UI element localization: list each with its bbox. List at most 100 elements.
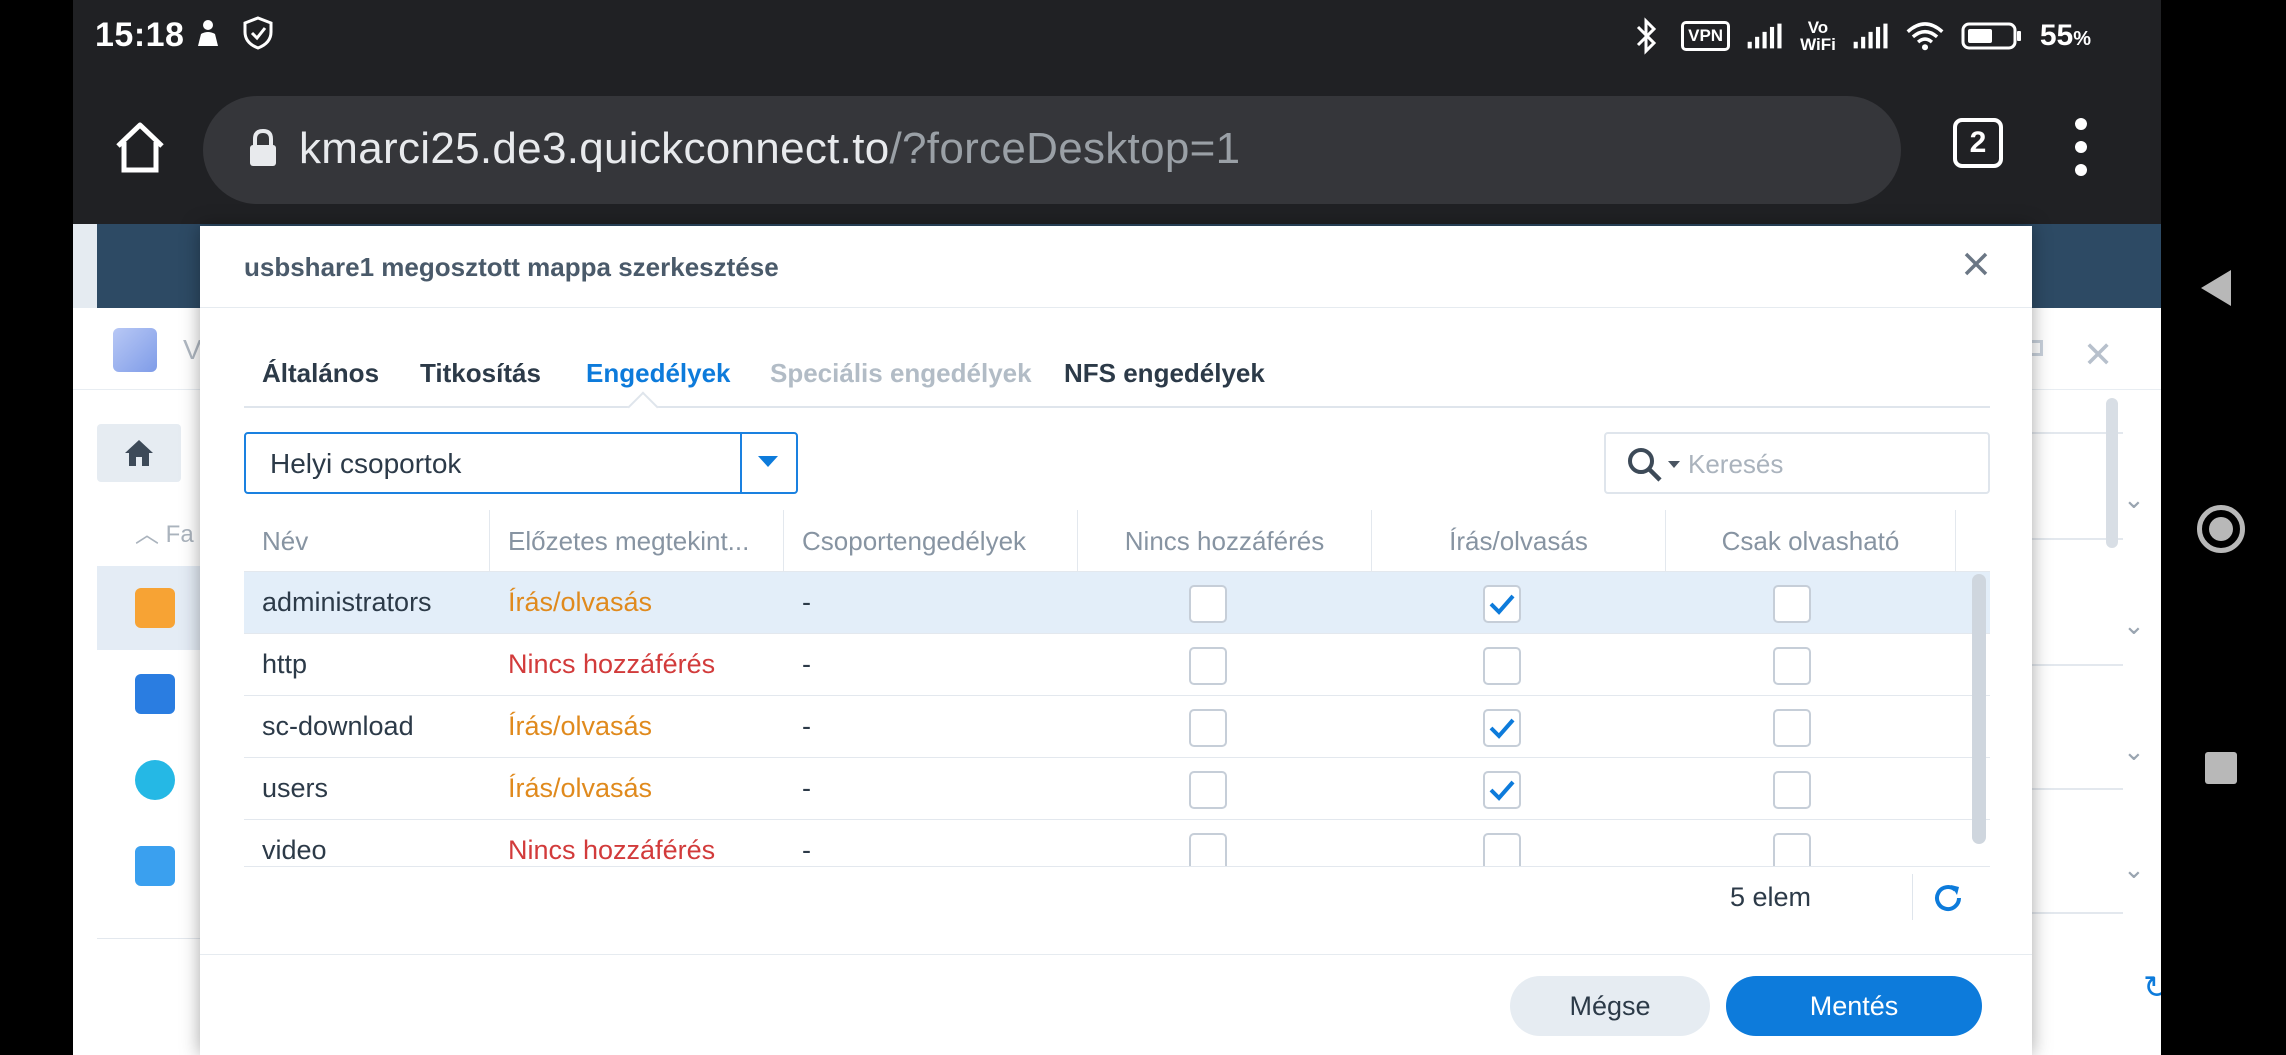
table-row[interactable]: users Írás/olvasás - xyxy=(244,758,1990,820)
no-access-checkbox[interactable] xyxy=(1189,585,1227,623)
cancel-button[interactable]: Mégse xyxy=(1510,976,1710,1036)
column-header-group-permissions[interactable]: Csoportengedélyek xyxy=(784,510,1078,572)
chevron-down-icon[interactable]: ⌄ xyxy=(2123,854,2145,885)
table-row[interactable]: video Nincs hozzáférés - xyxy=(244,820,1990,866)
refresh-icon xyxy=(1935,885,1962,912)
refresh-button[interactable] xyxy=(1928,878,1968,918)
home-circle-icon[interactable] xyxy=(2197,505,2245,553)
browser-toolbar: kmarci25.de3.quickconnect.to/?forceDeskt… xyxy=(73,72,2161,224)
save-button[interactable]: Mentés xyxy=(1726,976,1982,1036)
browser-home-button[interactable] xyxy=(105,112,175,182)
close-icon xyxy=(1964,252,1988,276)
active-tab-indicator xyxy=(627,391,659,423)
edit-shared-folder-dialog: usbshare1 megosztott mappa szerkesztése … xyxy=(200,226,2032,1055)
user-group-select[interactable]: Helyi csoportok xyxy=(244,432,798,494)
notification-person-icon xyxy=(189,14,227,52)
read-write-checkbox[interactable] xyxy=(1483,709,1521,747)
tab-switcher-button[interactable]: 2 xyxy=(1953,118,2003,168)
search-field[interactable] xyxy=(1604,432,1990,494)
home-icon xyxy=(125,440,153,466)
table-row[interactable]: sc-download Írás/olvasás - xyxy=(244,696,1990,758)
read-write-checkbox[interactable] xyxy=(1483,771,1521,809)
tab-general[interactable]: Általános xyxy=(262,358,379,389)
search-options-caret-icon[interactable] xyxy=(1668,461,1680,468)
dialog-close-button[interactable] xyxy=(1956,244,1996,284)
search-icon[interactable] xyxy=(1626,446,1664,489)
read-only-checkbox[interactable] xyxy=(1773,709,1811,747)
row-preview-permission: Nincs hozzáférés xyxy=(508,649,716,679)
row-group-name: http xyxy=(262,649,308,679)
tab-encryption[interactable]: Titkosítás xyxy=(420,358,541,389)
row-group-permission: - xyxy=(802,773,811,803)
vowifi-indicator: Vo WiFi xyxy=(1800,19,1836,53)
read-write-checkbox[interactable] xyxy=(1483,585,1521,623)
row-group-permission: - xyxy=(802,649,811,679)
read-only-checkbox[interactable] xyxy=(1773,647,1811,685)
no-access-checkbox[interactable] xyxy=(1189,709,1227,747)
table-header: Név Előzetes megtekint... Csoportengedél… xyxy=(244,510,1990,572)
no-access-checkbox[interactable] xyxy=(1189,771,1227,809)
dialog-header-divider xyxy=(200,307,2032,308)
battery-percent-unit: % xyxy=(2073,28,2091,50)
row-group-name: users xyxy=(262,773,329,803)
search-input[interactable] xyxy=(1688,442,1978,486)
read-write-checkbox[interactable] xyxy=(1483,647,1521,685)
read-only-checkbox[interactable] xyxy=(1773,833,1811,866)
back-icon[interactable] xyxy=(2201,270,2231,306)
no-access-checkbox[interactable] xyxy=(1189,647,1227,685)
table-scrollbar[interactable] xyxy=(1972,574,1986,844)
shield-check-icon xyxy=(239,14,277,52)
users-icon xyxy=(135,760,175,800)
column-header-read-only[interactable]: Csak olvasható xyxy=(1666,510,1956,572)
select-divider xyxy=(740,434,742,492)
table-row[interactable]: administrators Írás/olvasás - xyxy=(244,572,1990,634)
row-group-name: administrators xyxy=(262,587,432,617)
menu-dot-icon xyxy=(2075,141,2087,153)
address-bar[interactable]: kmarci25.de3.quickconnect.to/?forceDeskt… xyxy=(203,96,1901,204)
table-footer-divider xyxy=(244,866,1990,867)
read-only-checkbox[interactable] xyxy=(1773,585,1811,623)
sidebar-home-button[interactable] xyxy=(97,424,181,482)
chevron-down-icon[interactable]: ⌄ xyxy=(2123,484,2145,515)
group-select-value: Helyi csoportok xyxy=(270,448,462,479)
battery-percent: 55% xyxy=(2040,19,2091,53)
folder-user-icon xyxy=(135,588,175,628)
url-path: /?forceDesktop=1 xyxy=(889,124,1241,173)
column-header-read-write[interactable]: Írás/olvasás xyxy=(1372,510,1666,572)
row-group-name: sc-download xyxy=(262,711,414,741)
column-header-no-access[interactable]: Nincs hozzáférés xyxy=(1078,510,1372,572)
row-group-permission: - xyxy=(802,711,811,741)
read-only-checkbox[interactable] xyxy=(1773,771,1811,809)
navigation-bar xyxy=(2161,0,2286,1055)
app-icon xyxy=(113,328,157,372)
url-host: kmarci25.de3.quickconnect.to xyxy=(299,124,890,173)
url-text[interactable]: kmarci25.de3.quickconnect.to/?forceDeskt… xyxy=(299,124,1240,174)
no-access-checkbox[interactable] xyxy=(1189,833,1227,866)
sidebar-section-a[interactable]: ︿ Fa xyxy=(135,514,194,549)
recent-apps-icon[interactable] xyxy=(2205,752,2237,784)
dialog-footer-divider xyxy=(200,954,2032,955)
dropdown-arrow-icon[interactable] xyxy=(758,456,778,467)
table-body: administrators Írás/olvasás - http Nincs hoz… xyxy=(244,572,1990,866)
checkmark-icon xyxy=(1489,594,1515,615)
tab-permissions[interactable]: Engedélyek xyxy=(586,358,731,389)
row-preview-permission: Írás/olvasás xyxy=(508,773,653,803)
sidebar-section-a-label: Fa xyxy=(165,521,194,548)
table-row[interactable]: http Nincs hozzáférés - xyxy=(244,634,1990,696)
chevron-down-icon[interactable]: ⌄ xyxy=(2123,610,2145,641)
contact-card-icon xyxy=(135,846,175,886)
tab-nfs-permissions[interactable]: NFS engedélyek xyxy=(1064,358,1265,389)
lock-icon xyxy=(247,128,279,173)
refresh-icon[interactable]: ↻ xyxy=(2143,968,2161,1006)
menu-dot-icon xyxy=(2075,164,2087,176)
vpn-badge: VPN xyxy=(1681,21,1731,51)
read-write-checkbox[interactable] xyxy=(1483,833,1521,866)
background-scrollbar[interactable] xyxy=(2106,398,2118,548)
column-header-name[interactable]: Név xyxy=(244,510,490,572)
dialog-tabs: Általános Titkosítás Engedélyek Speciáli… xyxy=(244,334,1990,423)
browser-menu-button[interactable] xyxy=(2061,112,2101,182)
row-preview-permission: Írás/olvasás xyxy=(508,711,653,741)
column-header-preview[interactable]: Előzetes megtekint... xyxy=(490,510,784,572)
wifi-icon xyxy=(1906,17,1944,55)
chevron-down-icon[interactable]: ⌄ xyxy=(2123,736,2145,767)
